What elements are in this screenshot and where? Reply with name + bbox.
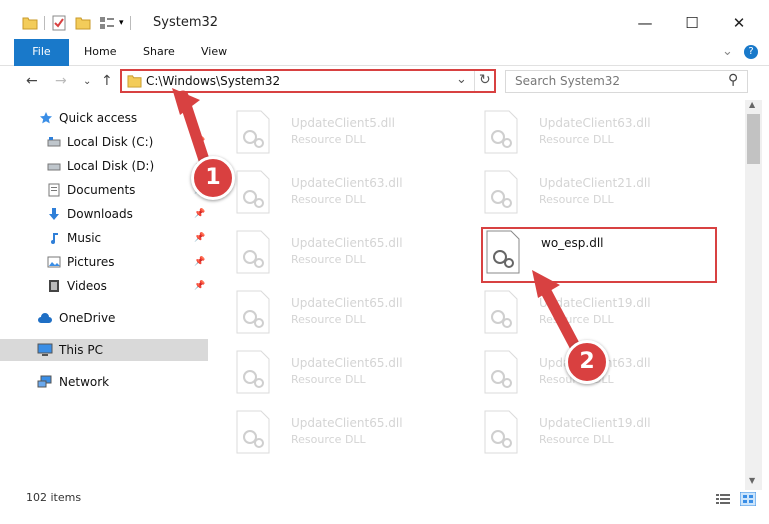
callout-1: 1 bbox=[191, 156, 235, 200]
callout-2: 2 bbox=[565, 340, 609, 384]
annotation-arrows bbox=[172, 88, 584, 358]
